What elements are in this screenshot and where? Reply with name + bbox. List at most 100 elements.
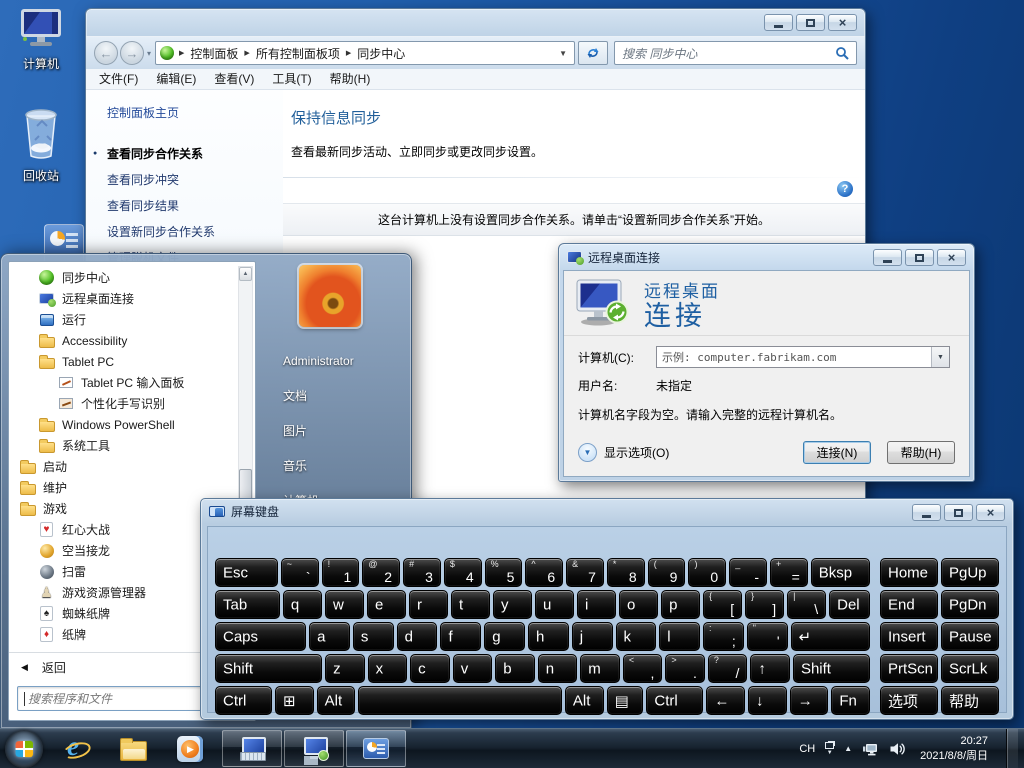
taskbar-app-button[interactable]: [284, 730, 344, 767]
keyboard-key[interactable]: : ;: [703, 622, 744, 651]
breadcrumb-item[interactable]: 所有控制面板项: [256, 45, 340, 62]
start-menu-item[interactable]: Accessibility: [11, 330, 255, 351]
keyboard-key[interactable]: d: [397, 622, 438, 651]
keyboard-key[interactable]: ? /: [708, 654, 748, 683]
keyboard-key[interactable]: ) 0: [688, 558, 726, 587]
title-bar[interactable]: ×: [86, 9, 865, 36]
keyboard-key[interactable]: g: [484, 622, 525, 651]
taskbar-pinned-button[interactable]: [174, 733, 206, 765]
sidebar-task-link[interactable]: 查看同步冲突: [107, 167, 283, 193]
help-button[interactable]: 帮助(H): [887, 441, 955, 464]
menu-item[interactable]: 帮助(H): [321, 69, 380, 90]
taskbar-pinned-button[interactable]: [117, 733, 149, 765]
keyboard-key[interactable]: @ 2: [362, 558, 400, 587]
start-menu-item[interactable]: Tablet PC: [11, 351, 255, 372]
combobox-dropdown-icon[interactable]: ▼: [931, 347, 949, 367]
keyboard-key[interactable]: < ,: [623, 654, 663, 683]
keyboard-key[interactable]: " ': [747, 622, 788, 651]
keyboard-key[interactable]: →: [790, 686, 829, 715]
keyboard-key[interactable]: Shift: [215, 654, 322, 683]
keyboard-key[interactable]: ScrLk: [941, 654, 999, 683]
breadcrumb-item[interactable]: 控制面板: [190, 45, 238, 62]
back-button[interactable]: ←: [94, 41, 118, 65]
keyboard-key[interactable]: > .: [665, 654, 705, 683]
taskbar-clock[interactable]: 20:27 2021/8/8/周日: [916, 734, 988, 764]
user-avatar[interactable]: [299, 265, 361, 327]
keyboard-key[interactable]: 选项: [880, 686, 938, 715]
sidebar-task-link[interactable]: 设置新同步合作关系: [107, 219, 283, 245]
breadcrumb-item[interactable]: 同步中心: [357, 45, 405, 62]
keyboard-key[interactable]: s: [353, 622, 394, 651]
start-menu-item[interactable]: Windows PowerShell: [11, 414, 255, 435]
keyboard-key[interactable]: ▤: [607, 686, 644, 715]
keyboard-key[interactable]: ^ 6: [525, 558, 563, 587]
sidebar-task-link[interactable]: 查看同步合作关系: [107, 141, 283, 167]
scroll-up-icon[interactable]: ▲: [239, 267, 252, 281]
keyboard-key[interactable]: t: [451, 590, 490, 619]
language-bar-options[interactable]: ▼: [825, 742, 834, 756]
address-bar[interactable]: ▶ 控制面板 ▶ 所有控制面板项 ▶ 同步中心 ▼: [155, 41, 575, 65]
keyboard-key[interactable]: v: [453, 654, 493, 683]
keyboard-key[interactable]: u: [535, 590, 574, 619]
desktop-icon-computer[interactable]: 计算机: [6, 8, 76, 72]
keyboard-key[interactable]: _ -: [729, 558, 767, 587]
taskbar-pinned-button[interactable]: [60, 733, 92, 765]
keyboard-key[interactable]: r: [409, 590, 448, 619]
keyboard-key[interactable]: j: [572, 622, 613, 651]
title-bar[interactable]: 远程桌面连接 ×: [559, 244, 974, 270]
minimize-button[interactable]: [873, 249, 902, 266]
search-input[interactable]: 搜索 同步中心: [614, 41, 857, 65]
keyboard-key[interactable]: End: [880, 590, 938, 619]
keyboard-key[interactable]: o: [619, 590, 658, 619]
address-dropdown-icon[interactable]: ▼: [556, 49, 570, 58]
keyboard-key[interactable]: PgUp: [941, 558, 999, 587]
menu-item[interactable]: 工具(T): [263, 69, 320, 90]
keyboard-key[interactable]: ↑: [750, 654, 790, 683]
keyboard-key[interactable]: w: [325, 590, 364, 619]
keyboard-key[interactable]: ←: [706, 686, 745, 715]
start-menu-right-link[interactable]: 音乐: [283, 448, 404, 483]
help-icon[interactable]: ?: [837, 181, 853, 197]
keyboard-key[interactable]: l: [659, 622, 700, 651]
start-menu-item[interactable]: 运行: [11, 309, 255, 330]
sidebar-item-control-panel-home[interactable]: 控制面板主页: [107, 104, 283, 121]
keyboard-key[interactable]: Ctrl: [646, 686, 703, 715]
menu-item[interactable]: 文件(F): [90, 69, 147, 90]
keyboard-key[interactable]: Caps: [215, 622, 306, 651]
keyboard-key[interactable]: PrtScn: [880, 654, 938, 683]
keyboard-key[interactable]: c: [410, 654, 450, 683]
maximize-button[interactable]: [944, 504, 973, 521]
keyboard-key[interactable]: PgDn: [941, 590, 999, 619]
keyboard-key[interactable]: & 7: [566, 558, 604, 587]
keyboard-key[interactable]: Pause: [941, 622, 999, 651]
show-options-chevron-icon[interactable]: ▼: [578, 443, 597, 462]
keyboard-key[interactable]: + =: [770, 558, 808, 587]
start-menu-item[interactable]: 同步中心: [11, 267, 255, 288]
keyboard-key[interactable]: $ 4: [444, 558, 482, 587]
keyboard-key[interactable]: b: [495, 654, 535, 683]
keyboard-key[interactable]: q: [283, 590, 322, 619]
maximize-button[interactable]: [796, 14, 825, 31]
close-button[interactable]: ×: [828, 14, 857, 31]
keyboard-key[interactable]: y: [493, 590, 532, 619]
start-menu-right-link[interactable]: 文档: [283, 378, 404, 413]
connect-button[interactable]: 连接(N): [803, 441, 871, 464]
desktop-icon-recycle-bin[interactable]: 回收站: [6, 106, 76, 184]
taskbar-app-button[interactable]: [346, 730, 406, 767]
keyboard-key[interactable]: } ]: [745, 590, 784, 619]
keyboard-key[interactable]: # 3: [403, 558, 441, 587]
keyboard-key[interactable]: k: [616, 622, 657, 651]
history-dropdown-icon[interactable]: ▾: [147, 49, 151, 58]
menu-item[interactable]: 查看(V): [205, 69, 263, 90]
search-icon[interactable]: [835, 46, 849, 60]
keyboard-key[interactable]: Del: [829, 590, 870, 619]
keyboard-key[interactable]: ! 1: [322, 558, 360, 587]
keyboard-key[interactable]: | \: [787, 590, 826, 619]
start-button[interactable]: [5, 730, 43, 768]
keyboard-key[interactable]: ↓: [748, 686, 787, 715]
keyboard-key[interactable]: x: [368, 654, 408, 683]
show-options-link[interactable]: 显示选项(O): [604, 444, 669, 461]
title-bar[interactable]: 屏幕键盘 ×: [201, 499, 1013, 524]
language-indicator[interactable]: CH: [799, 743, 815, 755]
start-menu-right-link[interactable]: 图片: [283, 413, 404, 448]
